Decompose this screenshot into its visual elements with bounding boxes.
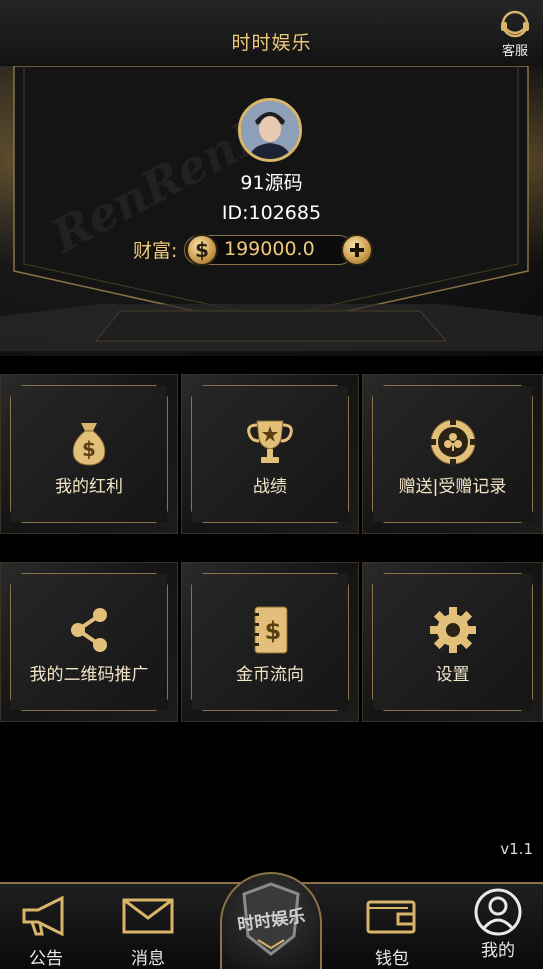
version-label: v1.1 [500, 840, 533, 858]
menu-settings[interactable]: 设置 [362, 562, 543, 722]
menu-coin-flow[interactable]: $ 金币流向 [181, 562, 359, 722]
bottom-nav: 公告 消息 时时娱乐 钱包 我的 [0, 872, 543, 969]
wealth-value: 199000.0 [224, 238, 315, 260]
coin-icon: $ [186, 234, 218, 266]
menu-records[interactable]: 战绩 [181, 374, 359, 534]
headset-icon [501, 10, 529, 38]
center-logo-button[interactable]: 时时娱乐 [220, 872, 322, 969]
trophy-icon [247, 420, 293, 463]
nav-label: 我的 [481, 941, 515, 961]
menu-gift-records[interactable]: 赠送|受赠记录 [362, 374, 543, 534]
menu-label: 设置 [435, 665, 470, 685]
menu-qr-promotion[interactable]: 我的二维码推广 [0, 562, 178, 722]
share-icon [71, 608, 107, 652]
nav-messages[interactable]: 消息 [108, 896, 188, 969]
wallet-icon [366, 900, 416, 934]
nav-wallet[interactable]: 钱包 [352, 896, 432, 969]
svg-text:$: $ [82, 437, 96, 461]
menu-label: 我的红利 [55, 477, 123, 497]
envelope-icon [122, 898, 174, 934]
user-icon [474, 888, 522, 936]
nav-announcements[interactable]: 公告 [6, 895, 86, 969]
menu-my-bonus[interactable]: $ 我的红利 [0, 374, 178, 534]
menu-label: 我的二维码推广 [29, 665, 149, 685]
nav-label: 钱包 [375, 949, 409, 969]
page-title: 时时娱乐 [231, 32, 312, 54]
money-bag-icon: $ [72, 423, 106, 466]
avatar[interactable] [238, 98, 302, 162]
nav-label: 消息 [131, 949, 165, 969]
svg-text:$: $ [265, 617, 282, 645]
header-bar: 时时娱乐 客服 [0, 0, 543, 70]
wealth-label: 财富: [133, 240, 178, 262]
avatar-portrait-icon [241, 101, 299, 159]
menu-label: 金币流向 [236, 665, 304, 685]
gear-icon [429, 607, 476, 653]
nav-mine[interactable]: 我的 [458, 888, 538, 961]
megaphone-icon [22, 895, 64, 937]
add-wealth-button[interactable] [341, 234, 373, 266]
menu-label: 赠送|受赠记录 [398, 477, 507, 497]
notebook-coin-icon: $ [251, 606, 288, 654]
poker-chip-icon [429, 419, 476, 465]
nav-label: 公告 [29, 949, 63, 969]
menu-label: 战绩 [253, 477, 287, 497]
customer-service-label: 客服 [501, 44, 528, 59]
user-id: ID:102685 [221, 202, 322, 224]
user-name: 91源码 [240, 172, 303, 194]
customer-service-button[interactable]: 客服 [493, 8, 537, 64]
